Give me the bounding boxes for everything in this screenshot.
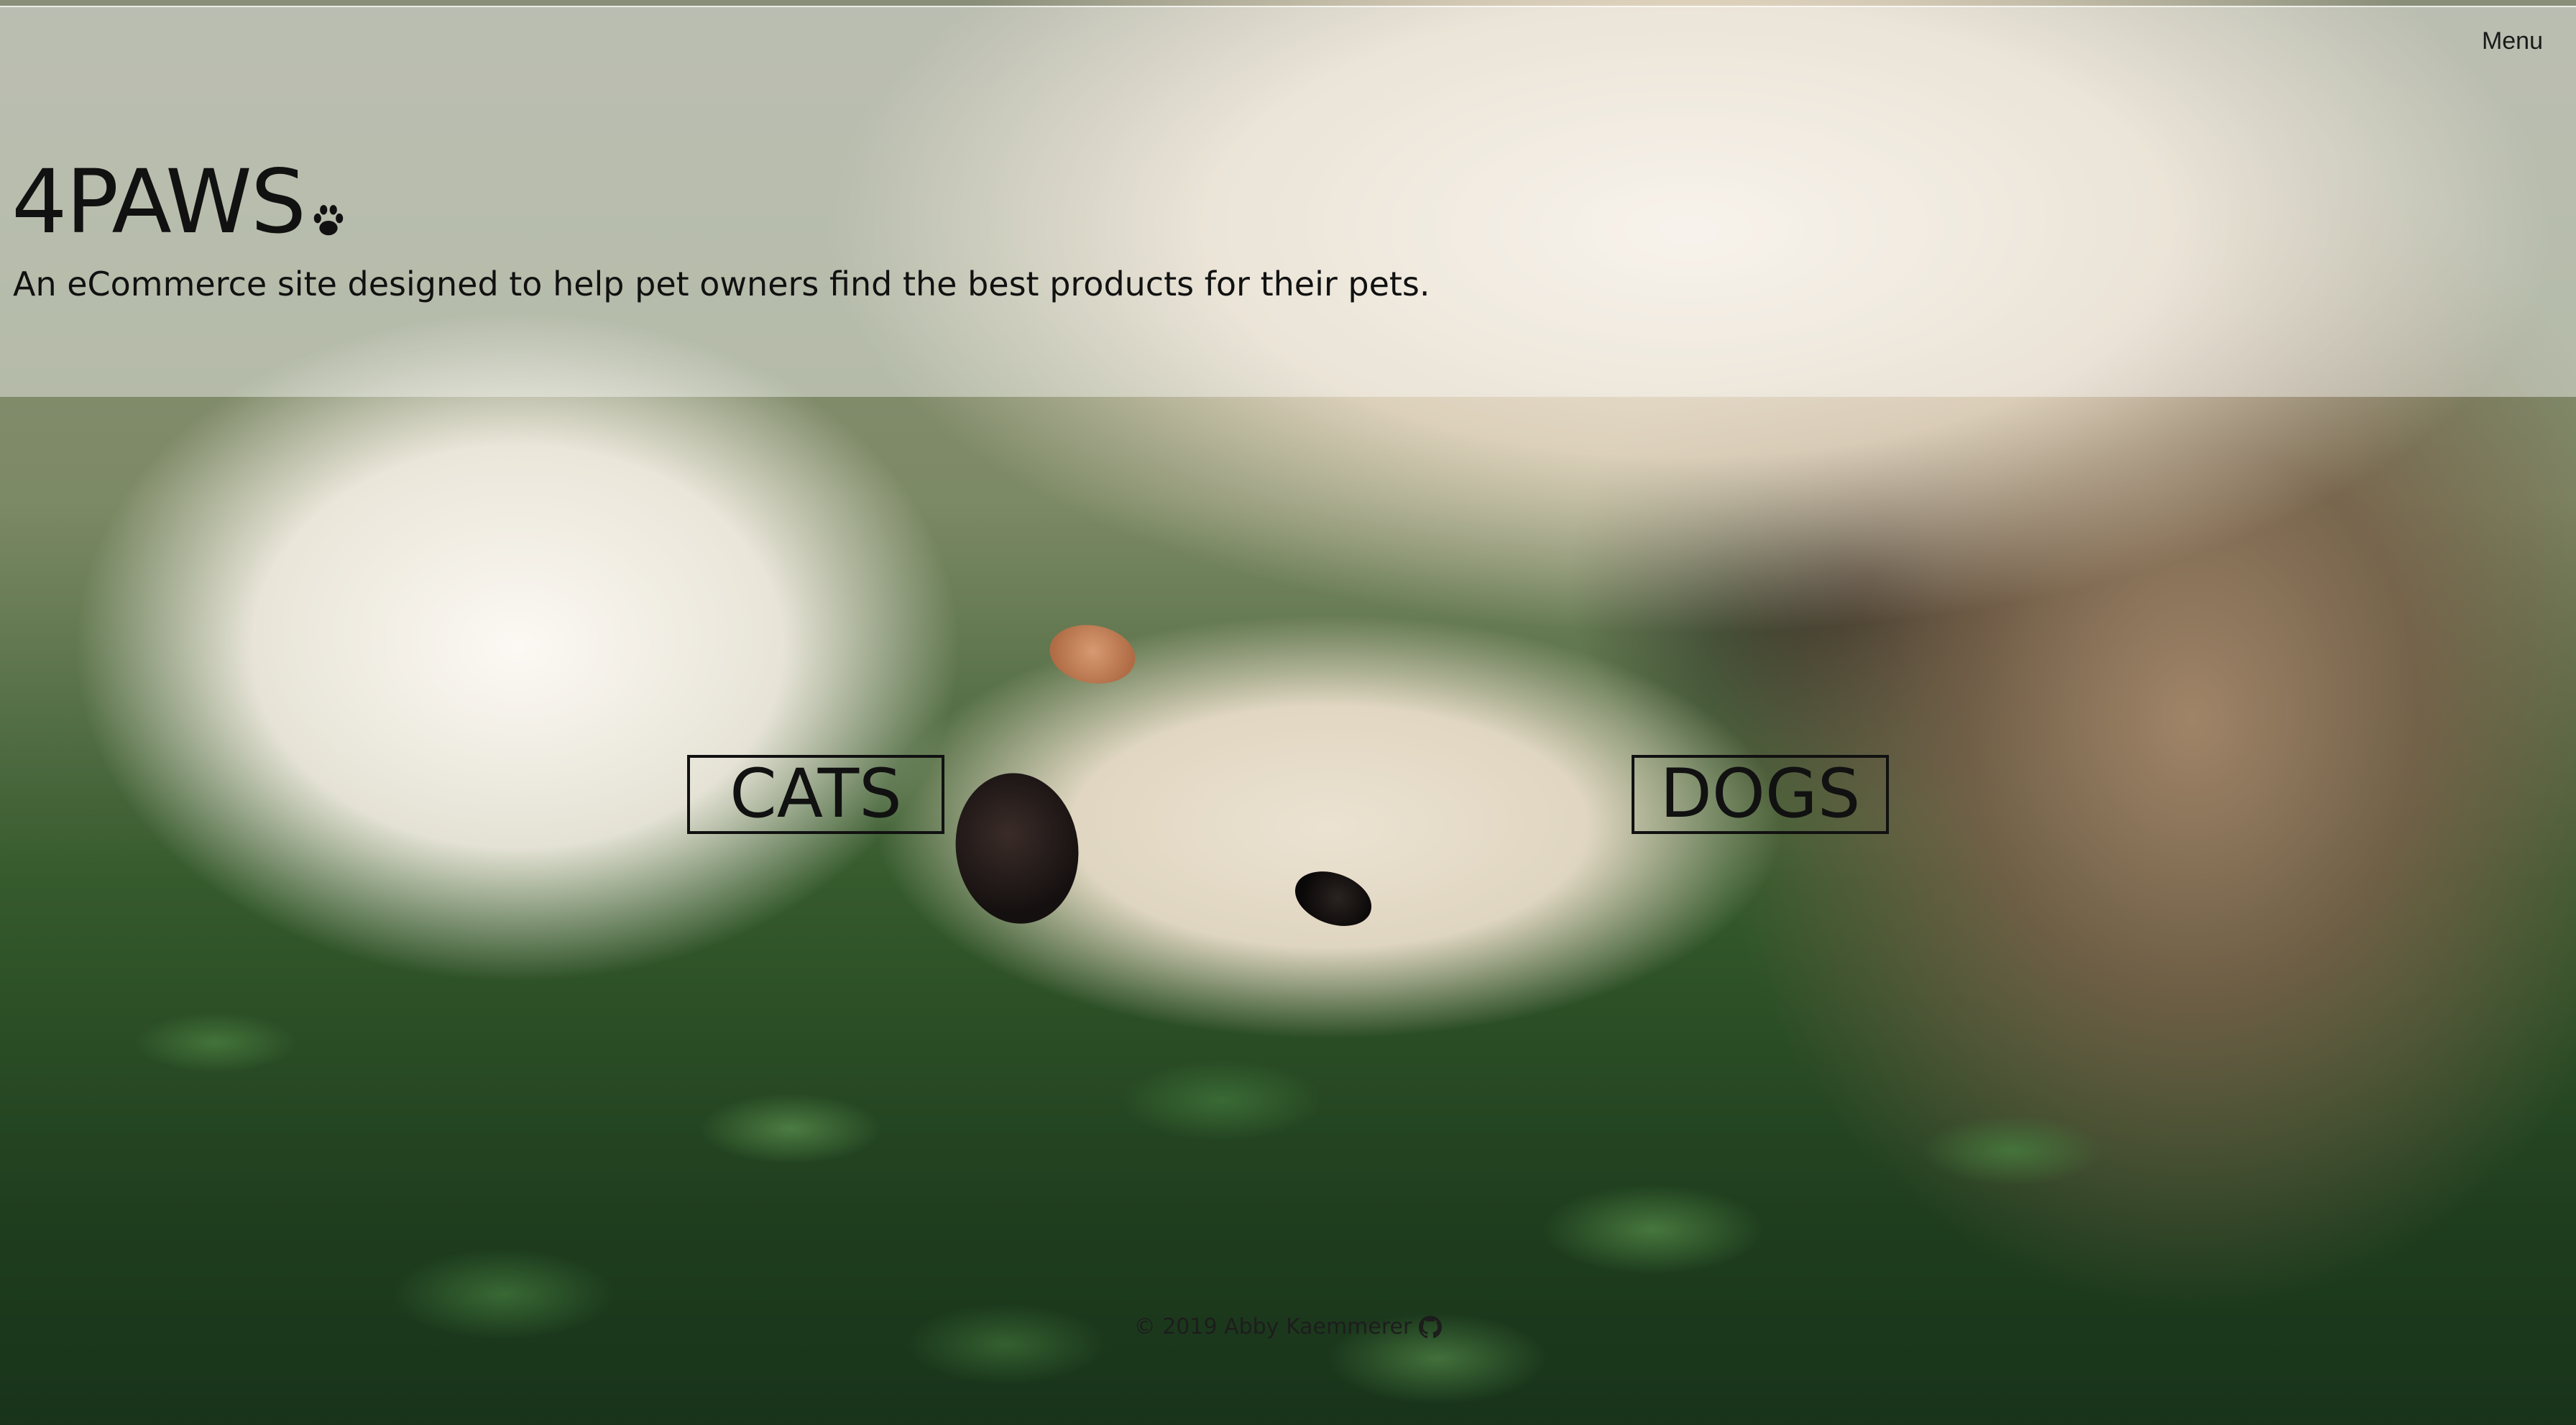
footer: © 2019 Abby Kaemmerer <box>0 1314 2576 1339</box>
cats-button[interactable]: CATS <box>687 755 944 834</box>
github-icon[interactable] <box>1419 1315 1443 1339</box>
site-tagline: An eCommerce site designed to help pet o… <box>13 265 1430 303</box>
header-overlay <box>0 6 2576 397</box>
footer-copyright: © 2019 Abby Kaemmerer <box>1133 1314 1412 1339</box>
paw-icon <box>314 205 344 236</box>
brand[interactable]: 4PAWS <box>12 158 348 246</box>
site-title: 4PAWS <box>12 151 306 253</box>
menu-link[interactable]: Menu <box>2482 27 2543 55</box>
dogs-button[interactable]: DOGS <box>1632 755 1889 834</box>
